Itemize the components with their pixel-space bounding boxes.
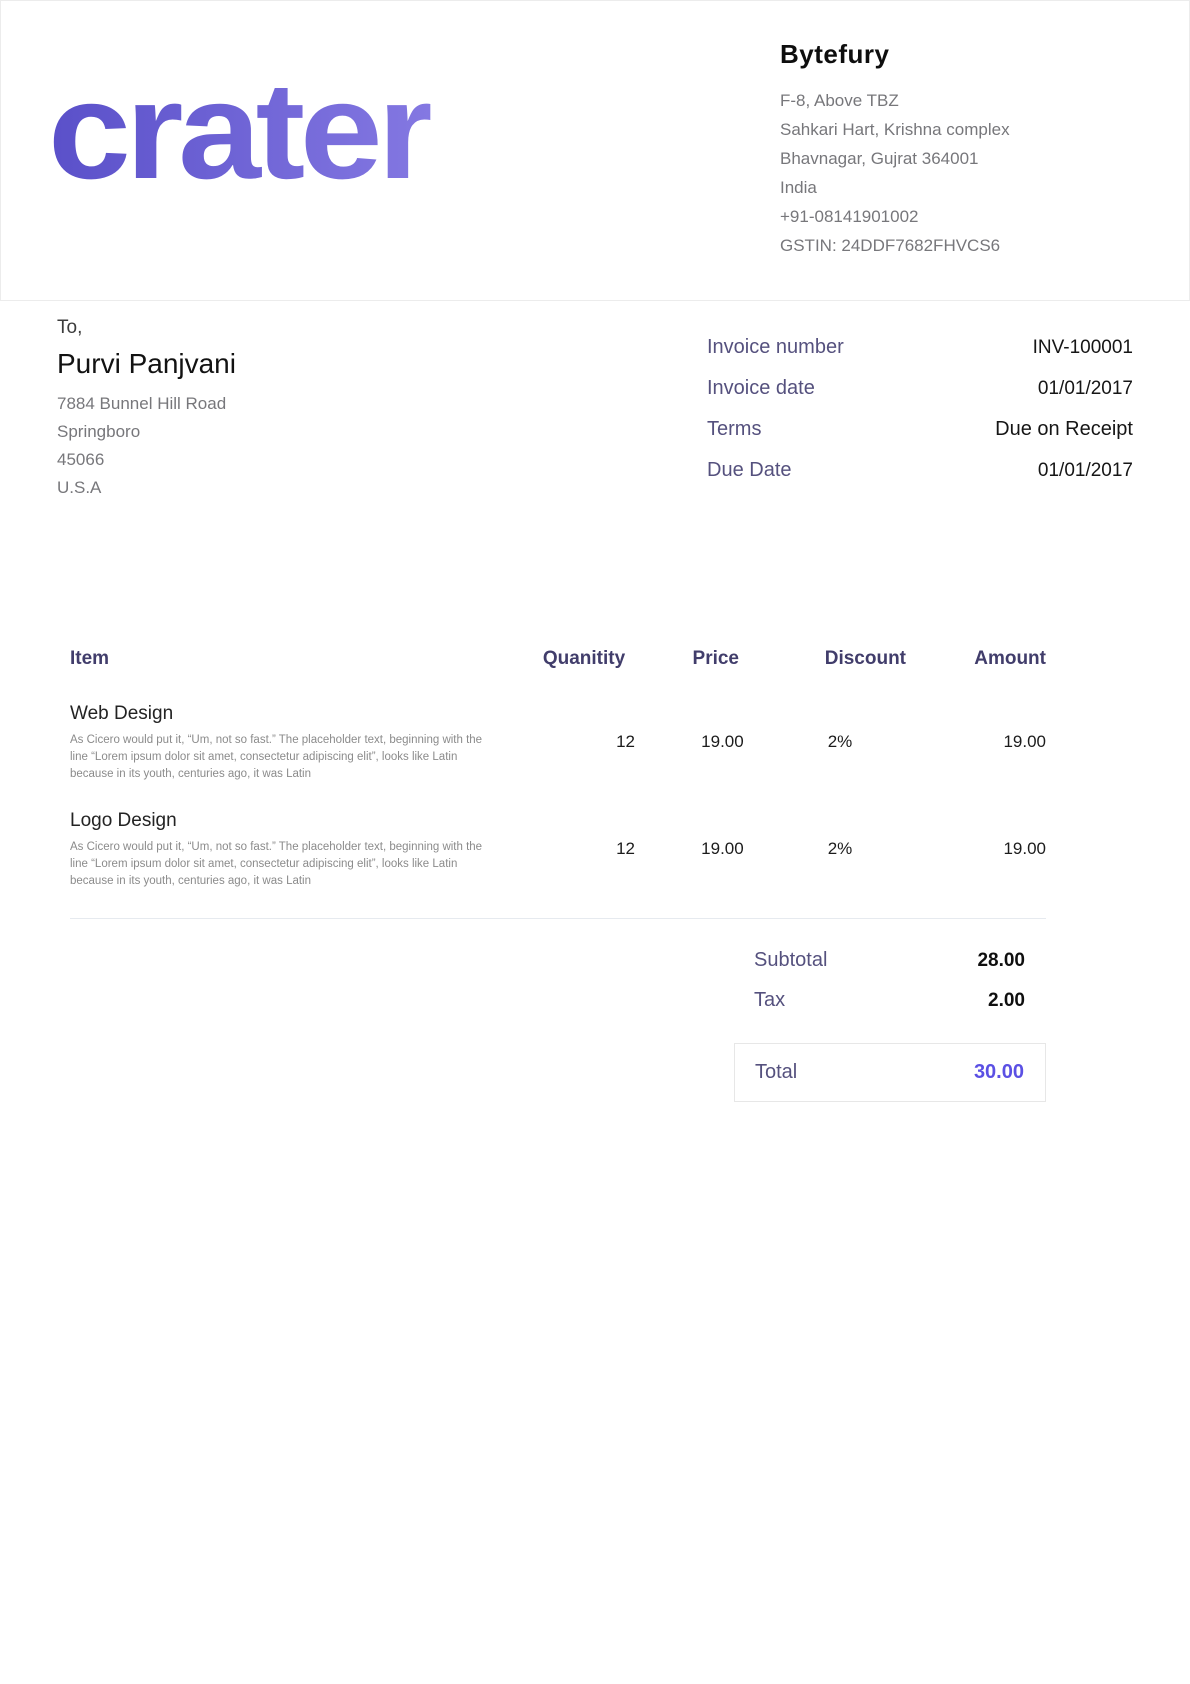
company-address-line: Bhavnagar, Gujrat 364001: [780, 144, 1132, 173]
crater-logo: crater: [48, 75, 430, 300]
bill-to-label: To,: [57, 315, 517, 341]
items-divider: [70, 918, 1046, 919]
invoice-date-value: 01/01/2017: [1038, 378, 1133, 400]
item-discount: 2%: [744, 809, 913, 890]
item-cell: Logo Design As Cicero would put it, “Um,…: [70, 809, 488, 890]
company-phone: +91-08141901002: [780, 202, 1132, 231]
items-table: Item Quanitity Price Discount Amount Web…: [70, 648, 1046, 1102]
invoice-number-row: Invoice number INV-100001: [707, 336, 1133, 377]
total-box: Total 30.00: [734, 1043, 1046, 1102]
subtotal-label: Subtotal: [754, 949, 827, 972]
item-name: Logo Design: [70, 809, 488, 833]
terms-label: Terms: [707, 418, 761, 441]
customer-address-line: U.S.A: [57, 474, 517, 502]
item-quantity: 12: [488, 702, 635, 783]
customer-name: Purvi Panjvani: [57, 348, 517, 380]
table-header-row: Item Quanitity Price Discount Amount: [70, 648, 1046, 670]
item-name: Web Design: [70, 702, 488, 726]
invoice-page: crater Bytefury F-8, Above TBZ Sahkari H…: [0, 0, 1190, 1684]
terms-value: Due on Receipt: [995, 418, 1133, 441]
company-address-line: F-8, Above TBZ: [780, 86, 1132, 115]
item-row: Logo Design As Cicero would put it, “Um,…: [70, 809, 1046, 890]
item-description: As Cicero would put it, “Um, not so fast…: [70, 732, 488, 783]
column-header-item: Item: [70, 648, 471, 670]
subtotal-value: 28.00: [977, 950, 1025, 972]
item-description: As Cicero would put it, “Um, not so fast…: [70, 839, 488, 890]
column-header-discount: Discount: [739, 648, 906, 670]
tax-row: Tax 2.00: [734, 989, 1046, 1012]
invoice-number-label: Invoice number: [707, 336, 844, 359]
totals-section: Subtotal 28.00 Tax 2.00 Total 30.00: [734, 949, 1046, 1102]
item-cell: Web Design As Cicero would put it, “Um, …: [70, 702, 488, 783]
company-address-line: India: [780, 173, 1132, 202]
column-header-amount: Amount: [906, 648, 1046, 670]
customer-address-line: Springboro: [57, 418, 517, 446]
terms-row: Terms Due on Receipt: [707, 418, 1133, 459]
company-info: Bytefury F-8, Above TBZ Sahkari Hart, Kr…: [780, 35, 1132, 300]
total-label: Total: [755, 1061, 797, 1084]
total-value: 30.00: [974, 1061, 1024, 1084]
customer-address-line: 7884 Bunnel Hill Road: [57, 390, 517, 418]
company-address-line: Sahkari Hart, Krishna complex: [780, 115, 1132, 144]
bill-to-block: To, Purvi Panjvani 7884 Bunnel Hill Road…: [57, 315, 517, 502]
item-quantity: 12: [488, 809, 635, 890]
column-header-quantity: Quanitity: [471, 648, 625, 670]
billing-section: To, Purvi Panjvani 7884 Bunnel Hill Road…: [0, 301, 1190, 502]
item-amount: 19.00: [912, 702, 1046, 783]
invoice-date-label: Invoice date: [707, 377, 815, 400]
company-gstin: GSTIN: 24DDF7682FHVCS6: [780, 231, 1132, 260]
tax-label: Tax: [754, 989, 785, 1012]
company-name: Bytefury: [780, 39, 1132, 70]
due-date-row: Due Date 01/01/2017: [707, 459, 1133, 500]
item-discount: 2%: [744, 702, 913, 783]
item-price: 19.00: [635, 809, 744, 890]
invoice-date-row: Invoice date 01/01/2017: [707, 377, 1133, 418]
customer-address-line: 45066: [57, 446, 517, 474]
invoice-number-value: INV-100001: [1033, 337, 1133, 359]
tax-value: 2.00: [988, 990, 1025, 1012]
column-header-price: Price: [625, 648, 739, 670]
due-date-value: 01/01/2017: [1038, 460, 1133, 482]
subtotal-row: Subtotal 28.00: [734, 949, 1046, 972]
item-price: 19.00: [635, 702, 744, 783]
invoice-meta: Invoice number INV-100001 Invoice date 0…: [707, 336, 1133, 502]
item-row: Web Design As Cicero would put it, “Um, …: [70, 702, 1046, 783]
item-amount: 19.00: [912, 809, 1046, 890]
invoice-header: crater Bytefury F-8, Above TBZ Sahkari H…: [0, 0, 1190, 301]
due-date-label: Due Date: [707, 459, 792, 482]
